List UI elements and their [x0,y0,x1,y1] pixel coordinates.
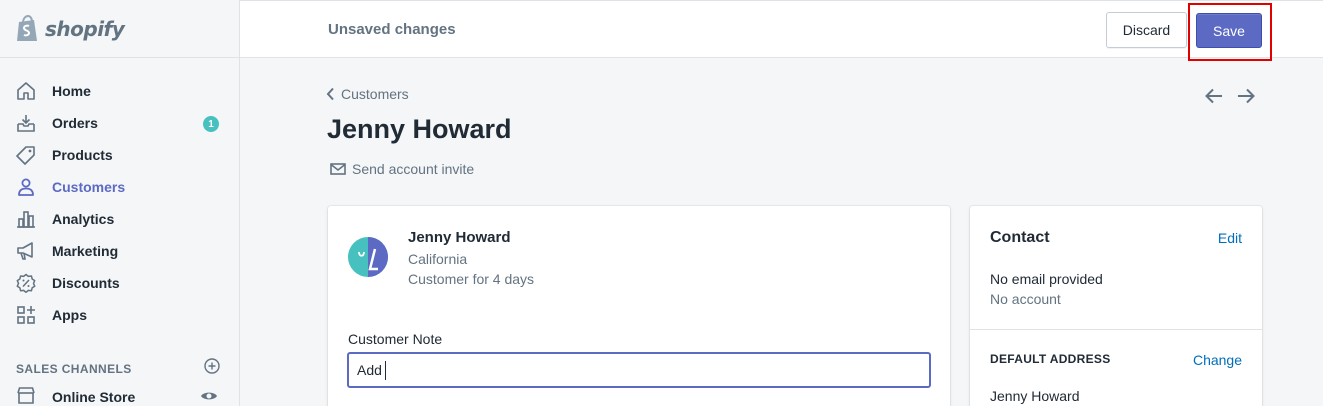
sidebar-item-home[interactable]: Home [0,75,239,107]
sidebar-item-customers[interactable]: Customers [0,171,239,203]
sales-channels-header: SALES CHANNELS [16,358,220,379]
sidebar-item-online-store[interactable]: Online Store [0,381,240,406]
megaphone-icon [16,241,36,261]
sidebar-item-orders[interactable]: Orders 1 [0,107,239,139]
contact-title: Contact [990,229,1050,246]
orders-count-badge: 1 [203,116,219,132]
view-store-icon[interactable] [200,389,218,406]
sidebar-item-label: Analytics [52,211,115,227]
shopify-bag-icon [17,14,37,41]
customer-location: California [408,251,468,267]
sales-channels-heading: SALES CHANNELS [16,361,132,376]
sidebar-item-label: Products [52,147,113,163]
envelope-icon [330,163,346,175]
sidebar-item-analytics[interactable]: Analytics [0,203,239,235]
previous-arrow-icon[interactable] [1203,86,1225,106]
sidebar-item-discounts[interactable]: Discounts [0,267,239,299]
sidebar-item-marketing[interactable]: Marketing [0,235,239,267]
home-icon [16,81,36,101]
sidebar-item-label: Home [52,83,91,99]
invite-label: Send account invite [352,161,475,177]
customer-name: Jenny Howard [408,229,511,246]
contact-email: No email provided [990,271,1103,287]
unsaved-changes-label: Unsaved changes [328,21,456,38]
brand[interactable]: shopify [0,0,239,58]
save-button[interactable]: Save [1196,13,1262,48]
edit-contact-link[interactable]: Edit [1218,230,1242,246]
sidebar-item-label: Online Store [52,389,136,405]
breadcrumb[interactable]: Customers [326,86,409,102]
tag-icon [16,145,36,165]
contact-account-status: No account [990,291,1061,307]
discount-icon [16,273,36,293]
discard-button[interactable]: Discard [1106,12,1187,48]
breadcrumb-label: Customers [341,86,409,102]
apps-icon [16,305,36,325]
sidebar-item-products[interactable]: Products [0,139,239,171]
add-channel-icon[interactable] [204,358,220,379]
person-icon [16,177,36,197]
main-nav: Home Orders 1 Products Customers Analyti… [0,58,239,331]
divider [970,329,1262,330]
next-arrow-icon[interactable] [1235,86,1257,106]
default-address-heading: DEFAULT ADDRESS [990,352,1111,366]
sidebar-item-label: Customers [52,179,126,195]
customer-since: Customer for 4 days [408,271,535,287]
bar-chart-icon [16,209,36,229]
contextual-save-bar: Unsaved changes Discard Save [240,0,1323,61]
sidebar-item-label: Discounts [52,275,120,291]
customer-avatar [348,237,388,277]
customer-overview-card: Jenny Howard California Customer for 4 d… [328,206,950,406]
page-title: Jenny Howard [327,114,512,144]
sidebar: shopify Home Orders 1 Products Customers… [0,0,240,406]
address-name: Jenny Howard [990,388,1080,404]
customer-note-input[interactable] [347,352,931,388]
orders-icon [16,113,36,133]
send-account-invite-link[interactable]: Send account invite [330,161,474,177]
sidebar-item-label: Marketing [52,243,119,259]
sidebar-item-label: Apps [52,307,87,323]
sidebar-item-label: Orders [52,115,98,131]
brand-name: shopify [45,16,125,41]
sidebar-item-apps[interactable]: Apps [0,299,239,331]
customer-note-label: Customer Note [348,331,443,347]
change-address-link[interactable]: Change [1193,352,1242,368]
contact-card: Contact Edit No email provided No accoun… [970,206,1262,406]
text-cursor [385,361,386,380]
chevron-left-icon [326,87,335,101]
store-icon [16,385,36,406]
record-pagination [1203,86,1257,106]
